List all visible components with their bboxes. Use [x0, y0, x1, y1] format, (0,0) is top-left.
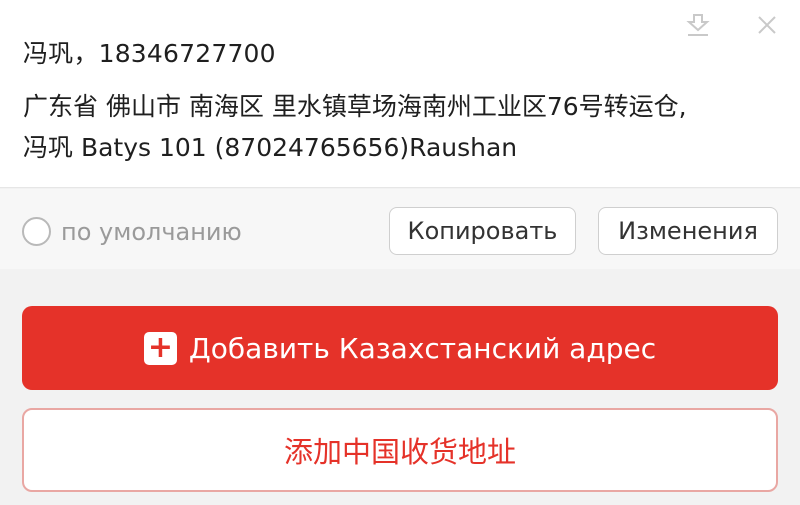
add-kz-label: Добавить Казахстанский адрес — [188, 331, 657, 365]
recipient-name-phone: 冯巩，18346727700 — [23, 39, 276, 68]
add-cn-label: 添加中国收货地址 — [283, 435, 516, 469]
address-actions: по умолчанию Копировать Изменения — [0, 189, 800, 269]
radio-circle-icon[interactable] — [22, 217, 51, 246]
address-line-2: 冯巩 Batys 101 (87024765656)Raushan — [23, 133, 518, 162]
download-icon[interactable] — [685, 12, 711, 38]
copy-button[interactable]: Копировать — [389, 207, 576, 255]
address-line-1: 广东省 佛山市 南海区 里水镇草场海南州工业区76号转运仓, — [23, 92, 687, 121]
default-label: по умолчанию — [61, 217, 242, 246]
close-icon[interactable] — [754, 12, 780, 38]
plus-icon: + — [143, 331, 177, 365]
add-kazakhstan-address-button[interactable]: + Добавить Казахстанский адрес — [22, 306, 778, 390]
address-card: 冯巩，18346727700 广东省 佛山市 南海区 里水镇草场海南州工业区76… — [0, 0, 800, 188]
add-china-address-button[interactable]: 添加中国收货地址 — [22, 408, 778, 492]
default-address-toggle[interactable]: по умолчанию — [22, 217, 242, 246]
address-text: 广东省 佛山市 南海区 里水镇草场海南州工业区76号转运仓, 冯巩 Batys … — [23, 86, 763, 168]
edit-button[interactable]: Изменения — [598, 207, 778, 255]
